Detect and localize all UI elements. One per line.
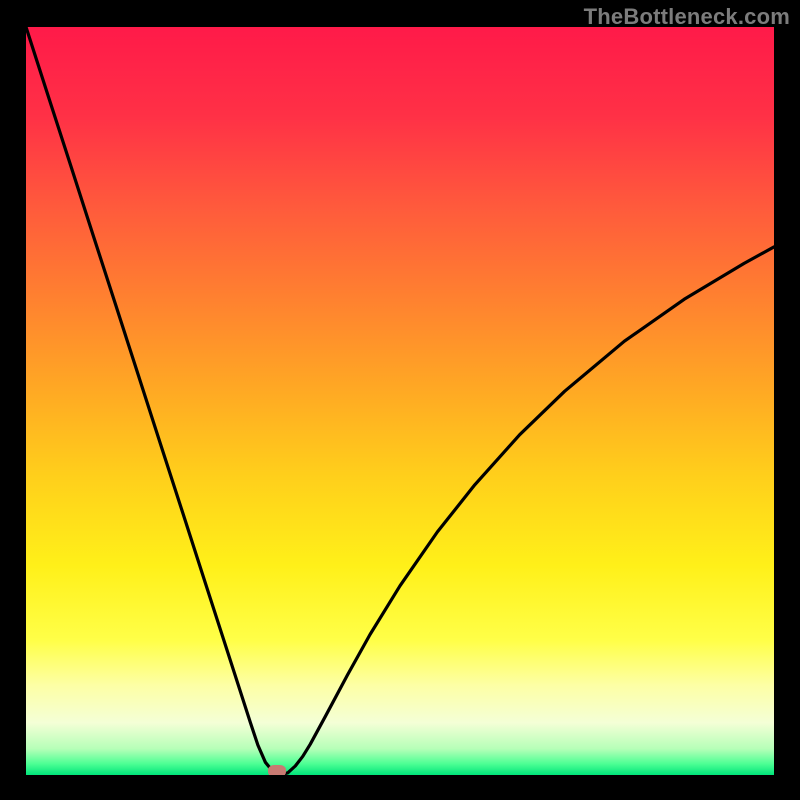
plot-area xyxy=(26,27,774,775)
watermark-label: TheBottleneck.com xyxy=(584,4,790,30)
minimum-marker xyxy=(268,765,286,775)
chart-frame: TheBottleneck.com xyxy=(0,0,800,800)
heat-gradient-background xyxy=(26,27,774,775)
